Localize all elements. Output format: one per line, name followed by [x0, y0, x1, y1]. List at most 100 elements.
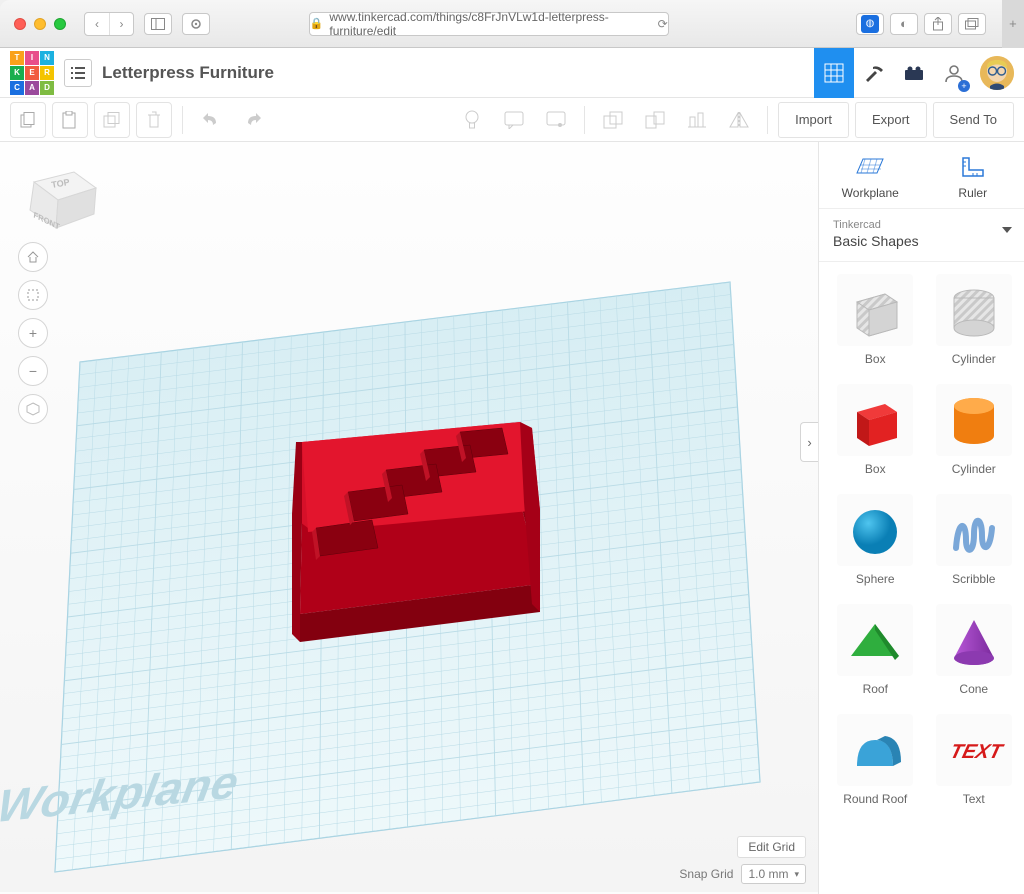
shape-label: Text [930, 792, 1019, 806]
undo-button[interactable] [193, 102, 229, 138]
privacy-button[interactable]: ◐ [890, 13, 918, 35]
shape-label: Round Roof [831, 792, 920, 806]
ortho-icon [26, 402, 40, 416]
maximize-window-button[interactable] [54, 18, 66, 30]
onepass-button[interactable]: ◍ [856, 13, 884, 35]
ruler-tool[interactable]: Ruler [922, 142, 1024, 208]
align-button[interactable] [679, 102, 715, 138]
shape-item-sphere-blue[interactable]: Sphere [831, 494, 920, 586]
workplane-tool[interactable]: Workplane [819, 142, 922, 208]
shape-thumb [936, 274, 1012, 346]
share-button[interactable] [924, 13, 952, 35]
shape-label: Box [831, 352, 920, 366]
delete-button[interactable] [136, 102, 172, 138]
tabs-button[interactable] [958, 13, 986, 35]
forward-button[interactable]: › [109, 13, 133, 35]
model-object[interactable] [292, 422, 540, 642]
shape-label: Roof [831, 682, 920, 696]
blocks-mode-button[interactable] [894, 48, 934, 98]
ortho-button[interactable] [18, 394, 48, 424]
shape-thumb [936, 604, 1012, 676]
toolbar-separator [584, 106, 585, 134]
duplicate-button[interactable] [94, 102, 130, 138]
bulb-button[interactable] [454, 102, 490, 138]
app-header: TIN KER CAD Letterpress Furniture + [0, 48, 1024, 98]
ungroup-button[interactable] [637, 102, 673, 138]
viewcube[interactable]: TOP FRONT [18, 154, 104, 234]
snap-grid-label: Snap Grid [679, 867, 733, 881]
shape-thumb [837, 714, 913, 786]
close-window-button[interactable] [14, 18, 26, 30]
shape-item-scribble[interactable]: Scribble [930, 494, 1019, 586]
plus-badge-icon: + [958, 80, 970, 92]
minimize-window-button[interactable] [34, 18, 46, 30]
mirror-icon [729, 112, 749, 128]
shape-item-box-red[interactable]: Box [831, 384, 920, 476]
pickaxe-icon [863, 63, 885, 83]
grid-icon [824, 63, 844, 83]
tabs-icon [965, 18, 979, 30]
shape-thumb [837, 494, 913, 566]
shape-item-cyl-orange[interactable]: Cylinder [930, 384, 1019, 476]
show-icon [546, 111, 566, 129]
group-button[interactable] [595, 102, 631, 138]
avatar-icon [980, 56, 1014, 90]
send-to-button[interactable]: Send To [933, 102, 1014, 138]
shape-label: Cone [930, 682, 1019, 696]
panel-collapse-button[interactable]: › [800, 422, 818, 462]
bricks-mode-button[interactable] [854, 48, 894, 98]
shape-item-roof-green[interactable]: Roof [831, 604, 920, 696]
shape-item-cyl-striped[interactable]: Cylinder [930, 274, 1019, 366]
shape-item-cone-purple[interactable]: Cone [930, 604, 1019, 696]
copy-button[interactable] [10, 102, 46, 138]
shape-category-dropdown[interactable]: Tinkercad Basic Shapes [819, 209, 1024, 262]
lightbulb-icon [464, 110, 480, 130]
ruler-tool-label: Ruler [958, 186, 987, 200]
user-avatar[interactable] [980, 56, 1014, 90]
toolbar-separator [767, 106, 768, 134]
shape-label: Cylinder [930, 462, 1019, 476]
shape-thumb [837, 604, 913, 676]
redo-button[interactable] [235, 102, 271, 138]
shape-label: Scribble [930, 572, 1019, 586]
reload-icon[interactable]: ⟳ [658, 17, 668, 31]
chevron-down-icon: ▾ [794, 869, 799, 880]
canvas-area[interactable]: Workplane TOP FRONT + − › Edit Grid Snap… [0, 142, 818, 894]
shape-thumb [936, 384, 1012, 456]
invite-user-button[interactable]: + [934, 48, 974, 98]
app-window: TIN KER CAD Letterpress Furniture + [0, 48, 1024, 894]
notes-button[interactable] [496, 102, 532, 138]
document-title[interactable]: Letterpress Furniture [102, 63, 274, 83]
mirror-button[interactable] [721, 102, 757, 138]
category-label: Basic Shapes [833, 233, 1010, 249]
edit-grid-button[interactable]: Edit Grid [737, 836, 806, 858]
shape-item-text-red[interactable]: TEXT Text [930, 714, 1019, 806]
shapes-list[interactable]: BoxCylinderBoxCylinderSphereScribbleRoof… [819, 262, 1024, 894]
shapes-panel: Workplane Ruler Tinkercad Basic Shapes B… [818, 142, 1024, 894]
design-list-button[interactable] [64, 59, 92, 87]
shape-item-rroof-blue[interactable]: Round Roof [831, 714, 920, 806]
shape-item-box-striped[interactable]: Box [831, 274, 920, 366]
new-tab-button[interactable]: + [1002, 0, 1024, 48]
nav-back-forward: ‹ › [84, 12, 134, 36]
snap-grid-select[interactable]: 1.0 mm ▾ [741, 864, 806, 884]
zoom-in-button[interactable]: + [18, 318, 48, 348]
fit-view-button[interactable] [18, 280, 48, 310]
shape-thumb [837, 274, 913, 346]
url-bar[interactable]: 🔒 www.tinkercad.com/things/c8FrJnVLw1d-l… [309, 12, 669, 36]
fit-icon [26, 288, 40, 302]
show-all-button[interactable] [538, 102, 574, 138]
export-button[interactable]: Export [855, 102, 927, 138]
shape-thumb: TEXT [936, 714, 1012, 786]
import-button[interactable]: Import [778, 102, 849, 138]
duplicate-icon [103, 112, 121, 128]
header-right: + [814, 48, 1014, 98]
zoom-out-button[interactable]: − [18, 356, 48, 386]
reader-button[interactable] [182, 13, 210, 35]
tinkercad-logo[interactable]: TIN KER CAD [10, 51, 54, 95]
design-mode-button[interactable] [814, 48, 854, 98]
back-button[interactable]: ‹ [85, 13, 109, 35]
sidebar-toggle-button[interactable] [144, 13, 172, 35]
paste-button[interactable] [52, 102, 88, 138]
home-view-button[interactable] [18, 242, 48, 272]
